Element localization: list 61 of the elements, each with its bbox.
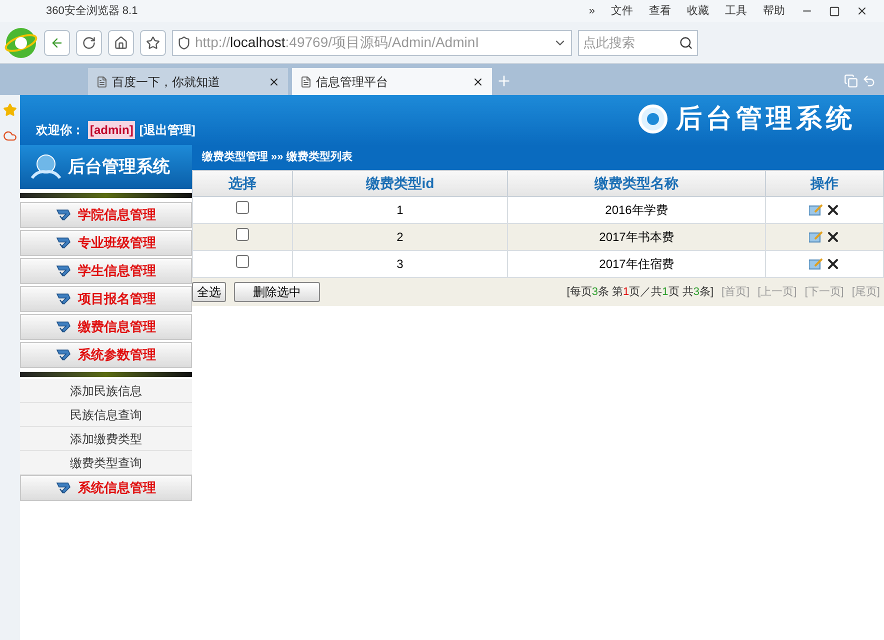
browser-menu-item[interactable]: 帮助 xyxy=(755,2,793,20)
row-checkbox[interactable] xyxy=(236,255,249,268)
browser-menu-item[interactable]: 文件 xyxy=(603,2,641,20)
close-tab-icon[interactable] xyxy=(472,76,484,88)
page-icon xyxy=(96,76,108,88)
logout-link[interactable]: [退出管理] xyxy=(139,121,196,139)
submenu-link[interactable]: 缴费类型查询 xyxy=(20,451,192,475)
favorite-button[interactable] xyxy=(140,30,166,56)
sidebar-menu-item[interactable]: 系统信息管理 xyxy=(20,475,192,501)
column-header: 缴费类型名称 xyxy=(508,170,766,196)
search-placeholder: 点此搜索 xyxy=(583,34,635,52)
submenu-link[interactable]: 民族信息查询 xyxy=(20,403,192,427)
sidebar-menu-item[interactable]: 缴费信息管理 xyxy=(20,314,192,340)
browser-menu-item[interactable]: 收藏 xyxy=(679,2,717,20)
username-link[interactable]: [admin] xyxy=(88,121,136,139)
maximize-icon[interactable] xyxy=(829,6,840,16)
sidebar-menu-item[interactable]: 学院信息管理 xyxy=(20,202,192,228)
refresh-icon xyxy=(82,36,96,50)
browser-logo-icon xyxy=(4,26,38,60)
browser-menu-item[interactable]: 查看 xyxy=(641,2,679,20)
tab-label: 信息管理平台 xyxy=(316,74,388,90)
column-header: 选择 xyxy=(192,170,292,196)
breadcrumb-text: 缴费类型管理 »» 缴费类型列表 xyxy=(202,150,352,166)
sidebar-menu-item[interactable]: 系统参数管理 xyxy=(20,342,192,368)
search-icon[interactable] xyxy=(679,36,693,50)
star-icon xyxy=(146,36,160,50)
close-tab-icon[interactable] xyxy=(268,76,280,88)
home-icon xyxy=(114,36,128,50)
banner-title: 后台管理系统 xyxy=(676,102,856,135)
star-icon[interactable] xyxy=(3,103,17,117)
refresh-button[interactable] xyxy=(76,30,102,56)
tab-label: 百度一下，你就知道 xyxy=(112,74,220,90)
submenu-link[interactable]: 添加民族信息 xyxy=(20,379,192,403)
home-button[interactable] xyxy=(108,30,134,56)
edit-icon[interactable] xyxy=(808,204,822,216)
close-icon[interactable] xyxy=(856,5,868,17)
cloud-icon[interactable] xyxy=(3,129,17,143)
shield-icon xyxy=(177,36,191,50)
url-text: http://localhost:49769/项目源码/Admin/AdminI xyxy=(195,33,480,52)
address-field[interactable]: http://localhost:49769/项目源码/Admin/AdminI xyxy=(172,30,572,56)
welcome-label: 欢迎你： xyxy=(36,122,84,139)
column-header: 缴费类型id xyxy=(292,170,508,196)
select-all-button[interactable]: 全选 xyxy=(192,282,226,302)
submenu-link[interactable]: 添加缴费类型 xyxy=(20,427,192,451)
back-button[interactable] xyxy=(44,30,70,56)
side-logo-title: 后台管理系统 xyxy=(68,156,170,178)
row-checkbox[interactable] xyxy=(236,201,249,214)
edit-icon[interactable] xyxy=(808,258,822,270)
column-header: 操作 xyxy=(766,170,884,196)
sidebar-menu-item[interactable]: 学生信息管理 xyxy=(20,258,192,284)
sidebar-menu-item[interactable]: 专业班级管理 xyxy=(20,230,192,256)
browser-menu-item[interactable]: 工具 xyxy=(717,2,755,20)
sidebar-menu-item[interactable]: 项目报名管理 xyxy=(20,286,192,312)
page-icon xyxy=(300,76,312,88)
browser-menu-item[interactable]: » xyxy=(580,2,603,20)
browser-tab[interactable]: 百度一下，你就知道 xyxy=(88,68,288,95)
browser-tab[interactable]: 信息管理平台 xyxy=(292,68,492,95)
pager-summary: [每页3条 第1页／共1页 共3条] xyxy=(566,284,714,300)
row-checkbox[interactable] xyxy=(236,228,249,241)
delete-selected-button[interactable]: 删除选中 xyxy=(234,282,320,302)
browser-title: 360安全浏览器 8.1 xyxy=(46,4,138,19)
